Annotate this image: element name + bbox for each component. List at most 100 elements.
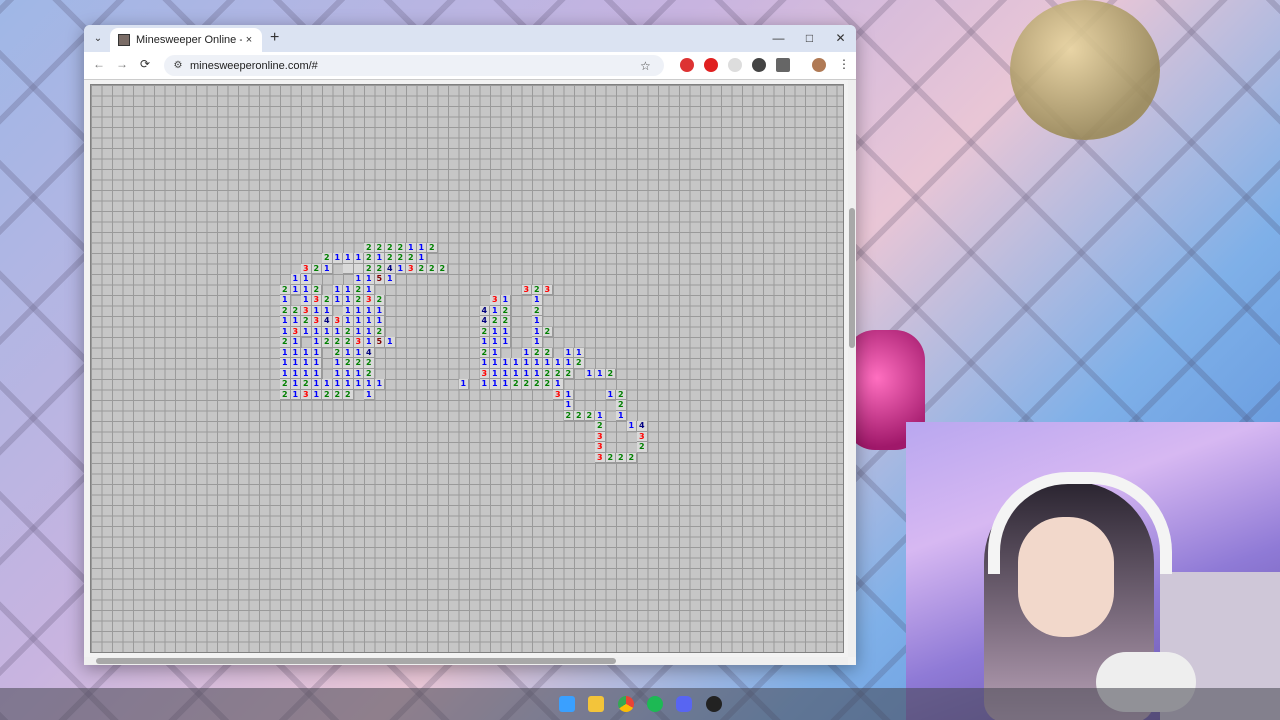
tab-minesweeper[interactable]: Minesweeper Online - Play Fre × xyxy=(110,28,262,52)
revealed-cell[interactable]: 1 xyxy=(332,284,343,295)
revealed-cell[interactable]: 1 xyxy=(521,368,532,379)
revealed-cell[interactable]: 1 xyxy=(280,326,291,337)
revealed-cell[interactable]: 2 xyxy=(553,368,564,379)
revealed-cell[interactable]: 2 xyxy=(301,316,312,327)
revealed-cell[interactable]: 2 xyxy=(290,305,301,316)
revealed-cell[interactable]: 1 xyxy=(374,305,385,316)
revealed-cell[interactable]: 1 xyxy=(322,305,333,316)
revealed-cell[interactable]: 1 xyxy=(290,379,301,390)
revealed-cell[interactable]: 3 xyxy=(479,368,490,379)
revealed-cell[interactable]: 1 xyxy=(416,242,427,253)
revealed-cell[interactable]: 1 xyxy=(626,421,637,432)
revealed-cell[interactable]: 3 xyxy=(311,295,322,306)
revealed-cell[interactable]: 1 xyxy=(343,253,354,264)
extension-icon-4[interactable] xyxy=(752,58,766,72)
revealed-cell[interactable]: 1 xyxy=(332,368,343,379)
revealed-cell[interactable]: 4 xyxy=(385,263,396,274)
revealed-cell[interactable]: 3 xyxy=(406,263,417,274)
revealed-cell[interactable]: 2 xyxy=(364,242,375,253)
revealed-cell[interactable]: 1 xyxy=(385,274,396,285)
revealed-cell[interactable]: 2 xyxy=(280,379,291,390)
revealed-cell[interactable]: 2 xyxy=(364,263,375,274)
revealed-cell[interactable]: 3 xyxy=(301,305,312,316)
revealed-cell[interactable]: 1 xyxy=(395,263,406,274)
revealed-cell[interactable]: 1 xyxy=(280,347,291,358)
minesweeper-board[interactable]: 2222112211121222132122413222111151211211… xyxy=(90,84,844,653)
revealed-cell[interactable]: 2 xyxy=(364,368,375,379)
revealed-cell[interactable]: 1 xyxy=(563,389,574,400)
revealed-cell[interactable]: 1 xyxy=(374,379,385,390)
revealed-cell[interactable]: 1 xyxy=(353,368,364,379)
revealed-cell[interactable]: 1 xyxy=(290,284,301,295)
revealed-cell[interactable]: 2 xyxy=(542,347,553,358)
revealed-cell[interactable]: 5 xyxy=(374,274,385,285)
revealed-cell[interactable]: 1 xyxy=(532,337,543,348)
revealed-cell[interactable]: 3 xyxy=(311,316,322,327)
revealed-cell[interactable]: 2 xyxy=(311,263,322,274)
revealed-cell[interactable]: 1 xyxy=(290,368,301,379)
revealed-cell[interactable]: 2 xyxy=(532,305,543,316)
revealed-cell[interactable]: 1 xyxy=(322,326,333,337)
revealed-cell[interactable]: 3 xyxy=(595,431,606,442)
revealed-cell[interactable]: 2 xyxy=(427,242,438,253)
revealed-cell[interactable]: 2 xyxy=(574,358,585,369)
revealed-cell[interactable]: 1 xyxy=(311,358,322,369)
revealed-cell[interactable]: 2 xyxy=(584,410,595,421)
revealed-cell[interactable]: 1 xyxy=(364,337,375,348)
revealed-cell[interactable]: 1 xyxy=(343,284,354,295)
revealed-cell[interactable]: 1 xyxy=(563,347,574,358)
revealed-cell[interactable]: 2 xyxy=(353,358,364,369)
horizontal-scrollbar[interactable] xyxy=(84,657,848,665)
revealed-cell[interactable]: 1 xyxy=(500,358,511,369)
revealed-cell[interactable]: 1 xyxy=(301,284,312,295)
revealed-cell[interactable]: 2 xyxy=(332,347,343,358)
revealed-cell[interactable]: 2 xyxy=(605,368,616,379)
revealed-cell[interactable]: 1 xyxy=(364,274,375,285)
revealed-cell[interactable]: 1 xyxy=(490,337,501,348)
revealed-cell[interactable]: 2 xyxy=(364,358,375,369)
revealed-cell[interactable]: 1 xyxy=(353,316,364,327)
browser-menu-button[interactable]: ⋮ xyxy=(838,57,850,71)
revealed-cell[interactable]: 2 xyxy=(343,337,354,348)
revealed-cell[interactable]: 2 xyxy=(595,421,606,432)
revealed-cell[interactable]: 1 xyxy=(500,337,511,348)
revealed-cell[interactable]: 2 xyxy=(479,326,490,337)
revealed-cell[interactable] xyxy=(343,263,354,274)
revealed-cell[interactable]: 2 xyxy=(385,242,396,253)
revealed-cell[interactable]: 3 xyxy=(637,431,648,442)
profile-avatar[interactable] xyxy=(812,58,826,72)
revealed-cell[interactable]: 2 xyxy=(343,326,354,337)
revealed-cell[interactable]: 2 xyxy=(353,295,364,306)
revealed-cell[interactable]: 1 xyxy=(458,379,469,390)
revealed-cell[interactable]: 1 xyxy=(605,389,616,400)
revealed-cell[interactable]: 1 xyxy=(364,379,375,390)
revealed-cell[interactable]: 2 xyxy=(332,337,343,348)
revealed-cell[interactable]: 1 xyxy=(301,358,312,369)
extensions-puzzle-icon[interactable] xyxy=(776,58,790,72)
revealed-cell[interactable]: 3 xyxy=(521,284,532,295)
revealed-cell[interactable]: 1 xyxy=(364,389,375,400)
revealed-cell[interactable]: 1 xyxy=(521,358,532,369)
revealed-cell[interactable]: 2 xyxy=(532,347,543,358)
revealed-cell[interactable]: 1 xyxy=(364,326,375,337)
revealed-cell[interactable]: 1 xyxy=(343,316,354,327)
extension-icon-3[interactable] xyxy=(728,58,742,72)
revealed-cell[interactable]: 4 xyxy=(637,421,648,432)
revealed-cell[interactable]: 1 xyxy=(353,305,364,316)
revealed-cell[interactable]: 2 xyxy=(311,284,322,295)
vertical-scroll-thumb[interactable] xyxy=(849,208,855,348)
revealed-cell[interactable]: 2 xyxy=(280,337,291,348)
revealed-cell[interactable]: 1 xyxy=(490,326,501,337)
revealed-cell[interactable]: 2 xyxy=(280,305,291,316)
revealed-cell[interactable]: 2 xyxy=(353,284,364,295)
revealed-cell[interactable]: 2 xyxy=(626,452,637,463)
revealed-cell[interactable]: 1 xyxy=(521,347,532,358)
revealed-cell[interactable]: 4 xyxy=(479,316,490,327)
revealed-cell[interactable]: 2 xyxy=(616,400,627,411)
revealed-cell[interactable]: 1 xyxy=(490,358,501,369)
revealed-cell[interactable]: 1 xyxy=(490,379,501,390)
extension-icon-1[interactable] xyxy=(680,58,694,72)
revealed-cell[interactable]: 3 xyxy=(353,337,364,348)
revealed-cell[interactable]: 4 xyxy=(322,316,333,327)
revealed-cell[interactable]: 1 xyxy=(343,305,354,316)
